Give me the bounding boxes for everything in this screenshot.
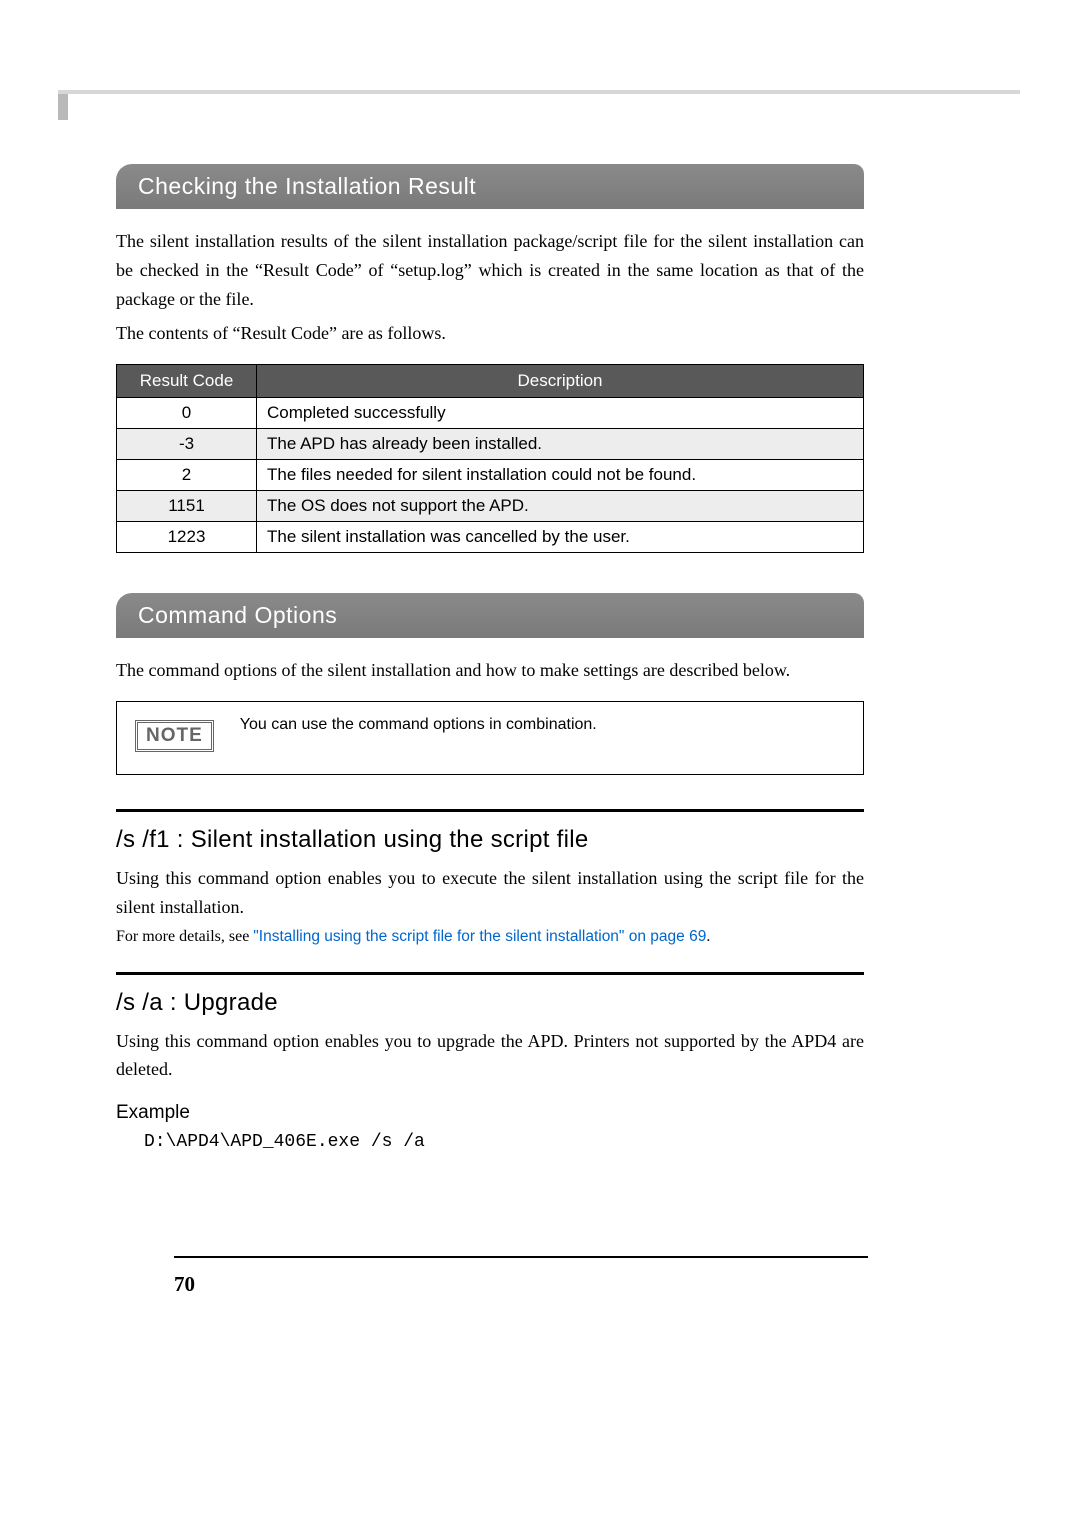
table-header-code: Result Code (117, 365, 257, 398)
example-label: Example (116, 1102, 864, 1124)
body-paragraph: The command options of the silent instal… (116, 656, 864, 685)
table-row: 1223 The silent installation was cancell… (117, 522, 864, 553)
section-heading-command-options: Command Options (116, 593, 864, 638)
footer-rule (174, 1256, 868, 1258)
cell-code: 0 (117, 398, 257, 429)
note-badge: NOTE (135, 720, 214, 752)
cell-code: 1223 (117, 522, 257, 553)
table-row: 2 The files needed for silent installati… (117, 460, 864, 491)
table-header-desc: Description (257, 365, 864, 398)
cross-reference-link[interactable]: "Installing using the script file for th… (253, 928, 706, 945)
page-container: Checking the Installation Result The sil… (58, 90, 1020, 1152)
cell-desc: The APD has already been installed. (257, 429, 864, 460)
subheading-s-f1: /s /f1 : Silent installation using the s… (116, 809, 864, 854)
cell-desc: The silent installation was cancelled by… (257, 522, 864, 553)
content-area: Checking the Installation Result The sil… (116, 104, 864, 1152)
result-code-table: Result Code Description 0 Completed succ… (116, 364, 864, 553)
note-text: You can use the command options in combi… (240, 716, 597, 734)
body-paragraph: Using this command option enables you to… (116, 1027, 864, 1085)
body-paragraph: Using this command option enables you to… (116, 864, 864, 922)
section-heading-installation-result: Checking the Installation Result (116, 164, 864, 209)
cell-code: -3 (117, 429, 257, 460)
ref-suffix: . (706, 928, 710, 945)
note-callout: NOTE You can use the command options in … (116, 701, 864, 775)
cell-desc: The files needed for silent installation… (257, 460, 864, 491)
table-row: -3 The APD has already been installed. (117, 429, 864, 460)
table-row: 0 Completed successfully (117, 398, 864, 429)
cell-desc: Completed successfully (257, 398, 864, 429)
page-number: 70 (174, 1272, 195, 1297)
table-row: 1151 The OS does not support the APD. (117, 491, 864, 522)
example-command: D:\APD4\APD_406E.exe /s /a (144, 1132, 864, 1152)
body-paragraph: The silent installation results of the s… (116, 227, 864, 313)
cell-code: 2 (117, 460, 257, 491)
subheading-s-a: /s /a : Upgrade (116, 972, 864, 1017)
cell-desc: The OS does not support the APD. (257, 491, 864, 522)
body-paragraph: The contents of “Result Code” are as fol… (116, 319, 864, 348)
ref-prefix: For more details, see (116, 928, 253, 945)
cross-reference: For more details, see "Installing using … (116, 928, 864, 946)
cell-code: 1151 (117, 491, 257, 522)
